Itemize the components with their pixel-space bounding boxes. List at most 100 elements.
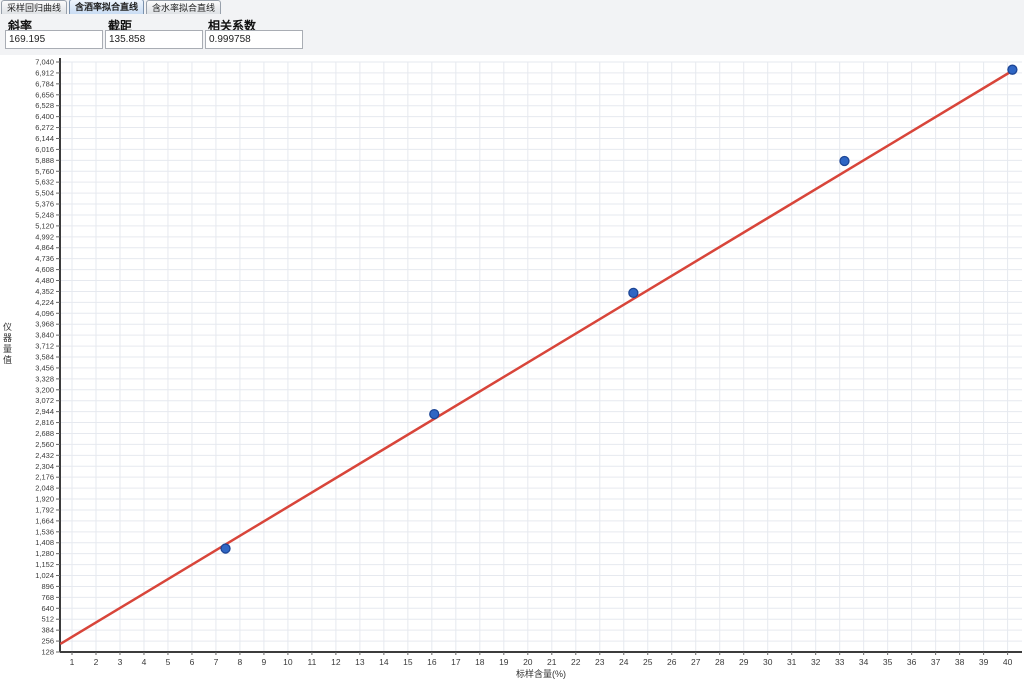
x-tick-label: 6 bbox=[190, 657, 195, 667]
y-tick-label: 1,792 bbox=[35, 505, 54, 514]
x-tick-label: 24 bbox=[619, 657, 629, 667]
y-tick-label: 640 bbox=[41, 604, 54, 613]
y-tick-label: 5,888 bbox=[35, 156, 54, 165]
x-tick-label: 28 bbox=[715, 657, 725, 667]
data-point[interactable] bbox=[840, 157, 849, 166]
x-tick-label: 22 bbox=[571, 657, 581, 667]
y-tick-label: 3,456 bbox=[35, 363, 54, 372]
y-tick-label: 6,016 bbox=[35, 145, 54, 154]
x-tick-label: 23 bbox=[595, 657, 605, 667]
y-tick-label: 5,760 bbox=[35, 167, 54, 176]
x-tick-label: 19 bbox=[499, 657, 509, 667]
y-tick-label: 1,280 bbox=[35, 549, 54, 558]
y-tick-label: 1,536 bbox=[35, 527, 54, 536]
y-tick-label: 3,072 bbox=[35, 396, 54, 405]
slope-field[interactable] bbox=[5, 30, 103, 49]
x-tick-label: 39 bbox=[979, 657, 989, 667]
x-tick-label: 16 bbox=[427, 657, 437, 667]
correlation-field[interactable] bbox=[205, 30, 303, 49]
x-tick-label: 2 bbox=[94, 657, 99, 667]
y-tick-label: 2,304 bbox=[35, 462, 54, 471]
y-tick-label: 5,376 bbox=[35, 200, 54, 209]
x-tick-label: 33 bbox=[835, 657, 845, 667]
x-tick-label: 3 bbox=[118, 657, 123, 667]
calibration-chart: 1282563845126407688961,0241,1521,2801,40… bbox=[0, 55, 1024, 681]
y-tick-label: 5,120 bbox=[35, 221, 54, 230]
x-tick-label: 10 bbox=[283, 657, 293, 667]
y-tick-label: 4,864 bbox=[35, 243, 54, 252]
y-tick-label: 1,408 bbox=[35, 538, 54, 547]
y-tick-label: 384 bbox=[41, 626, 54, 635]
data-point[interactable] bbox=[629, 288, 638, 297]
x-tick-label: 17 bbox=[451, 657, 461, 667]
x-tick-label: 8 bbox=[238, 657, 243, 667]
data-point[interactable] bbox=[221, 544, 230, 553]
x-tick-label: 1 bbox=[70, 657, 75, 667]
x-tick-label: 14 bbox=[379, 657, 389, 667]
y-tick-label: 4,736 bbox=[35, 254, 54, 263]
data-point[interactable] bbox=[1008, 65, 1017, 74]
data-point[interactable] bbox=[430, 410, 439, 419]
y-tick-label: 4,096 bbox=[35, 309, 54, 318]
x-tick-label: 26 bbox=[667, 657, 677, 667]
y-tick-label: 2,944 bbox=[35, 407, 54, 416]
x-tick-label: 5 bbox=[166, 657, 171, 667]
y-tick-label: 6,144 bbox=[35, 134, 54, 143]
tab-sampling-regression-curve[interactable]: 采样回归曲线 bbox=[1, 0, 67, 14]
y-tick-label: 2,176 bbox=[35, 473, 54, 482]
x-tick-label: 27 bbox=[691, 657, 701, 667]
x-tick-label: 38 bbox=[955, 657, 965, 667]
y-tick-label: 5,248 bbox=[35, 210, 54, 219]
y-tick-label: 896 bbox=[41, 582, 54, 591]
header-panel: 采样回归曲线 含酒率拟合直线 含水率拟合直线 斜率 截距 相关系数 bbox=[0, 0, 1024, 56]
x-tick-label: 34 bbox=[859, 657, 869, 667]
x-tick-label: 4 bbox=[142, 657, 147, 667]
x-tick-label: 20 bbox=[523, 657, 533, 667]
y-tick-label: 6,656 bbox=[35, 90, 54, 99]
y-tick-label: 3,200 bbox=[35, 385, 54, 394]
x-tick-label: 13 bbox=[355, 657, 365, 667]
x-tick-label: 18 bbox=[475, 657, 485, 667]
y-tick-label: 3,712 bbox=[35, 342, 54, 351]
y-tick-label: 5,632 bbox=[35, 178, 54, 187]
x-tick-label: 36 bbox=[907, 657, 917, 667]
x-tick-label: 35 bbox=[883, 657, 893, 667]
y-tick-label: 5,504 bbox=[35, 189, 54, 198]
y-tick-label: 1,920 bbox=[35, 495, 54, 504]
y-tick-label: 3,584 bbox=[35, 353, 54, 362]
y-axis-title: 仪器量值 bbox=[1, 322, 14, 366]
y-tick-label: 6,784 bbox=[35, 79, 54, 88]
x-tick-label: 12 bbox=[331, 657, 341, 667]
x-tick-label: 25 bbox=[643, 657, 653, 667]
y-tick-label: 768 bbox=[41, 593, 54, 602]
y-tick-label: 7,040 bbox=[35, 58, 54, 67]
y-tick-label: 2,688 bbox=[35, 429, 54, 438]
x-tick-label: 11 bbox=[307, 657, 316, 667]
y-tick-label: 512 bbox=[41, 615, 54, 624]
y-tick-label: 6,528 bbox=[35, 101, 54, 110]
tab-water-content-fit-line[interactable]: 含水率拟合直线 bbox=[146, 0, 221, 14]
intercept-field[interactable] bbox=[105, 30, 203, 49]
y-tick-label: 256 bbox=[41, 637, 54, 646]
app-window: 采样回归曲线 含酒率拟合直线 含水率拟合直线 斜率 截距 相关系数 128256… bbox=[0, 0, 1024, 681]
y-tick-label: 4,352 bbox=[35, 287, 54, 296]
x-tick-label: 29 bbox=[739, 657, 749, 667]
x-tick-label: 15 bbox=[403, 657, 413, 667]
y-tick-label: 3,968 bbox=[35, 320, 54, 329]
x-tick-label: 37 bbox=[931, 657, 941, 667]
x-tick-label: 9 bbox=[262, 657, 267, 667]
x-tick-label: 32 bbox=[811, 657, 821, 667]
x-tick-label: 21 bbox=[547, 657, 557, 667]
y-tick-label: 4,224 bbox=[35, 298, 54, 307]
y-tick-label: 6,400 bbox=[35, 112, 54, 121]
y-tick-label: 1,664 bbox=[35, 516, 54, 525]
x-tick-label: 30 bbox=[763, 657, 773, 667]
x-tick-label: 7 bbox=[214, 657, 219, 667]
y-tick-label: 2,560 bbox=[35, 440, 54, 449]
y-tick-label: 4,608 bbox=[35, 265, 54, 274]
y-tick-label: 4,480 bbox=[35, 276, 54, 285]
tab-alcohol-content-fit-line[interactable]: 含酒率拟合直线 bbox=[69, 0, 144, 14]
y-tick-label: 2,432 bbox=[35, 451, 54, 460]
y-tick-label: 1,024 bbox=[35, 571, 54, 580]
x-tick-label: 40 bbox=[1003, 657, 1013, 667]
